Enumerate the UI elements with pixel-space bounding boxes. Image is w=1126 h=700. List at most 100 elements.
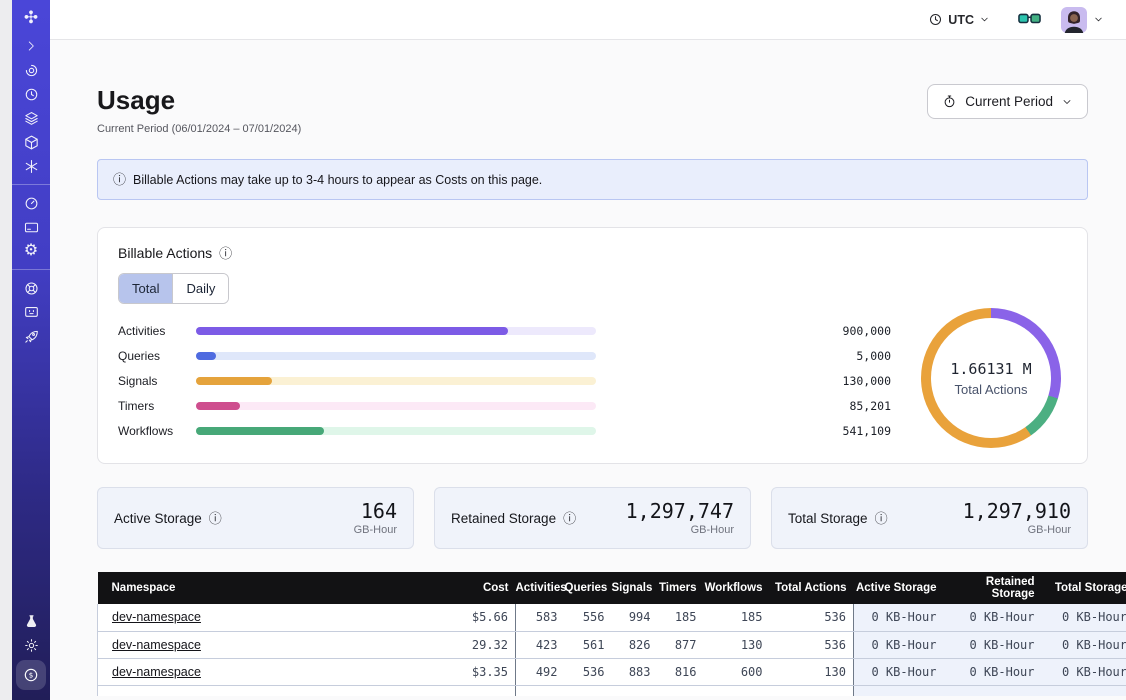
cell-cost: 29.32 [453,631,516,658]
col-header-total-storage: Total Storage [1042,572,1126,604]
timezone-label: UTC [948,13,974,27]
cube-icon[interactable] [12,131,50,153]
col-header-retained-storage: Retained Storage [944,572,1042,604]
cell-activities: 423 [516,631,565,658]
cell-cost: $5.66 [453,604,516,631]
clock-schedule-icon[interactable] [12,83,50,105]
gauge-usage-icon[interactable] [12,192,50,214]
info-banner: ⓘ Billable Actions may take up to 3-4 ho… [97,159,1088,200]
active-storage-label: Active Storage [114,511,202,526]
tab-daily[interactable]: Daily [172,274,228,303]
total-daily-toggle: Total Daily [118,273,229,304]
bar-fill [196,327,508,335]
flask-icon[interactable] [12,610,50,632]
cell-queries: 556 [565,604,612,631]
bar-row-activities: Activities900,000 [118,327,891,335]
rocket-icon[interactable] [12,325,50,347]
cell-total-storage: 0 KB-Hour [1042,658,1126,685]
lifebuoy-support-icon[interactable] [12,277,50,299]
cell-total-storage: 0 KB-Hour [1042,604,1126,631]
bar-label: Queries [118,349,196,363]
bar-label: Workflows [118,424,196,438]
cell-timers: 816 [658,658,704,685]
asterisk-icon[interactable] [12,155,50,177]
cell-timers: 185 [658,604,704,631]
col-header-active-storage: Active Storage [854,572,944,604]
glasses-icon [1018,13,1041,27]
tab-total[interactable]: Total [119,274,172,303]
sun-theme-icon[interactable] [12,634,50,656]
spiral-icon[interactable] [12,59,50,81]
usage-page: Usage Current Period (06/01/2024 – 07/01… [50,40,1126,700]
bar-fill [196,402,240,410]
window-gutter [0,0,12,700]
banner-text: Billable Actions may take up to 3-4 hour… [133,173,542,187]
info-icon[interactable]: ⓘ [875,512,888,525]
account-menu[interactable] [1061,7,1104,33]
info-icon[interactable]: ⓘ [209,512,222,525]
bar-value: 130,000 [596,374,891,388]
cell-total-storage: 0 KB-Hour [1042,631,1126,658]
chevron-down-icon [1093,14,1104,25]
cell-retained-storage: 0 KB-Hour [944,631,1042,658]
avatar [1061,7,1087,33]
col-header-queries: Queries [565,572,612,604]
info-icon[interactable]: ⓘ [563,512,576,525]
cell-signals: 883 [612,658,658,685]
info-icon[interactable]: ⓘ [219,247,232,260]
active-storage-value: 164 [354,501,397,522]
bar-track [196,427,596,435]
cell-workflows: 130 [704,631,770,658]
active-storage-unit: GB-Hour [354,524,397,536]
cell-cost: $3.35 [453,658,516,685]
cell-queries: 536 [565,658,612,685]
cell-queries: 561 [565,631,612,658]
period-selector-button[interactable]: Current Period [927,84,1088,119]
clock-icon [928,12,943,27]
col-header-cost: Cost [453,572,516,604]
cell-activities: 492 [516,658,565,685]
sidebar-divider [12,184,50,185]
total-storage-value: 1,297,910 [963,501,1071,522]
chevron-down-icon [979,14,990,25]
credit-card-icon[interactable] [12,216,50,238]
billable-actions-card: Billable Actions ⓘ Total Daily Activitie… [97,227,1088,464]
stopwatch-icon [942,94,957,109]
active-storage-card: Active Storage ⓘ 164 GB-Hour [97,487,414,549]
layers-icon[interactable] [12,107,50,129]
timezone-selector[interactable]: UTC [928,12,990,27]
table-body: dev-namespace$5.665835569941851855360 KB… [98,604,1126,696]
namespace-link[interactable]: dev-namespace [112,610,201,624]
period-selector-label: Current Period [965,94,1053,109]
monitor-face-icon[interactable] [12,301,50,323]
cell-active-storage: 0 KB-Hour [854,631,944,658]
bar-value: 85,201 [596,399,891,413]
table-row: dev-namespace$5.665835569941851855360 KB… [98,604,1126,631]
storage-summary-row: Active Storage ⓘ 164 GB-Hour Retained St… [97,487,1088,549]
donut-center: 1.66131 M Total Actions [931,318,1051,438]
total-actions-label: Total Actions [955,382,1028,397]
col-header-timers: Timers [658,572,704,604]
namespace-link[interactable]: dev-namespace [112,638,201,652]
cell-signals: 826 [612,631,658,658]
namespace-link[interactable]: dev-namespace [112,665,201,679]
total-actions-value: 1.66131 M [950,360,1031,378]
cell-total-actions: 536 [770,604,854,631]
gear-settings-icon[interactable]: ⚙ [12,240,50,262]
temporal-logo-icon: ✣ [12,6,50,28]
dollar-coin-usage-active[interactable]: $ [16,660,46,690]
cell-retained-storage: 0 KB-Hour [944,658,1042,685]
chevron-right-expand-icon[interactable] [12,35,50,57]
retained-storage-value: 1,297,747 [626,501,734,522]
cell-retained-storage: 0 KB-Hour [944,604,1042,631]
bar-label: Activities [118,324,196,338]
cell-active-storage: 0 KB-Hour [854,604,944,631]
cell-total-actions: 130 [770,658,854,685]
dollar-coin-icon: $ [22,666,40,684]
retained-storage-label: Retained Storage [451,511,556,526]
cell-total-actions: 536 [770,631,854,658]
demo-glasses-button[interactable] [1018,13,1041,27]
bar-value: 5,000 [596,349,891,363]
bar-value: 541,109 [596,424,891,438]
cell-active-storage: 0 KB-Hour [854,658,944,685]
